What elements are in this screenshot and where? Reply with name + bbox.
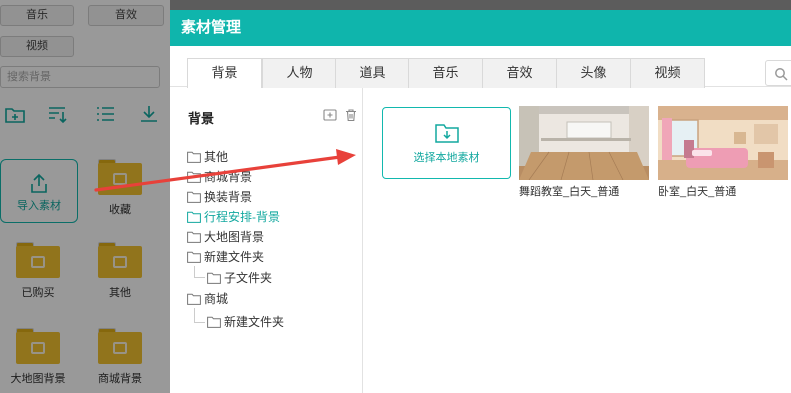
folder-icon	[187, 211, 201, 223]
material-manager-dialog: 素材管理 背景 人物 道具 音乐 音效 头像 视频 背景 其他 商城背景 换装背…	[170, 10, 791, 393]
tree-item-map-background[interactable]: 大地图背景	[187, 229, 264, 245]
tab-avatar[interactable]: 头像	[556, 58, 631, 88]
folder-icon	[207, 272, 221, 284]
trash-icon[interactable]	[344, 108, 358, 122]
tab-props[interactable]: 道具	[335, 58, 410, 88]
tree-item-other[interactable]: 其他	[187, 149, 228, 165]
material-card[interactable]: 卧室_白天_普通	[658, 106, 788, 199]
select-local-material-label: 选择本地素材	[413, 152, 480, 164]
tab-background[interactable]: 背景	[187, 58, 262, 88]
search-button[interactable]	[765, 60, 791, 86]
folder-download-icon	[434, 124, 459, 143]
tab-video[interactable]: 视频	[630, 58, 705, 88]
tree-item-mall-background[interactable]: 商城背景	[187, 169, 252, 185]
folder-icon	[187, 191, 201, 203]
folder-icon	[187, 293, 201, 305]
material-caption: 舞蹈教室_白天_普通	[519, 186, 620, 198]
folder-icon	[187, 231, 201, 243]
material-caption: 卧室_白天_普通	[658, 186, 737, 198]
folder-tree: 背景 其他 商城背景 换装背景 行程安排-背景 大地图背景 新建文件夹 子文件夹…	[170, 88, 363, 393]
material-thumbnail	[658, 106, 788, 180]
tree-item-schedule-background[interactable]: 行程安排-背景	[187, 209, 280, 225]
tree-connector	[194, 266, 205, 278]
tree-item-new-folder[interactable]: 新建文件夹	[187, 249, 264, 265]
tab-bar: 背景 人物 道具 音乐 音效 头像 视频	[170, 46, 791, 88]
dialog-title: 素材管理	[170, 10, 791, 46]
tree-item-mall[interactable]: 商城	[187, 291, 228, 307]
tree-item-mall-new-folder[interactable]: 新建文件夹	[207, 314, 284, 330]
tree-connector	[194, 308, 205, 323]
material-thumbnail	[519, 106, 649, 180]
folder-icon	[187, 251, 201, 263]
tree-title: 背景	[188, 111, 215, 126]
folder-icon	[187, 171, 201, 183]
tree-item-subfolder[interactable]: 子文件夹	[207, 270, 272, 286]
add-folder-icon[interactable]	[323, 108, 337, 122]
material-card[interactable]: 舞蹈教室_白天_普通	[519, 106, 649, 199]
select-local-material-button[interactable]: 选择本地素材	[382, 107, 511, 179]
tab-character[interactable]: 人物	[262, 58, 337, 88]
tab-music[interactable]: 音乐	[408, 58, 483, 88]
tree-item-outfit-background[interactable]: 换装背景	[187, 189, 252, 205]
search-icon	[775, 68, 788, 81]
tab-sfx[interactable]: 音效	[482, 58, 557, 88]
folder-icon	[187, 151, 201, 163]
folder-icon	[207, 316, 221, 328]
